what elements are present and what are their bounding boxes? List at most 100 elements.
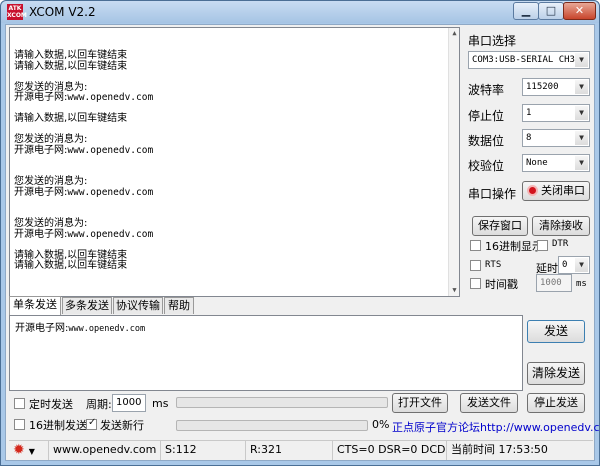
receive-line-url: www.openedv.com bbox=[67, 144, 154, 156]
received-count: R:321 bbox=[246, 441, 333, 460]
tab-protocol[interactable]: 协议传输 bbox=[113, 297, 163, 314]
stop-send-button[interactable]: 停止发送 bbox=[527, 393, 585, 413]
tab-single-send[interactable]: 单条发送 bbox=[9, 296, 61, 315]
parity-label: 校验位 bbox=[468, 159, 505, 173]
baud-select[interactable]: 115200 ▼ bbox=[522, 78, 590, 96]
receive-line-url: www.openedv.com bbox=[67, 228, 154, 240]
receive-line-text: 请输入数据,以回车键结束 bbox=[14, 50, 128, 61]
timestamp-checkbox[interactable] bbox=[470, 278, 481, 289]
app-logo-icon: ATK XCOM bbox=[7, 4, 27, 20]
website-link[interactable]: www.openedv.com bbox=[49, 441, 161, 460]
receive-line: 开源电子网:www.openedv.com bbox=[14, 186, 455, 199]
receive-line: 请输入数据,以回车键结束 bbox=[14, 113, 455, 125]
minimize-button[interactable]: ▁ bbox=[513, 2, 539, 20]
settings-menu[interactable]: ✹ ▼ bbox=[9, 441, 49, 460]
send-button[interactable]: 发送 bbox=[527, 320, 585, 343]
status-bar: ✹ ▼ www.openedv.com S:112 R:321 CTS=0 DSR… bbox=[9, 440, 593, 460]
receive-line-text: 请输入数据,以回车键结束 bbox=[14, 260, 128, 271]
timestamp-unit: ms bbox=[576, 279, 587, 289]
maximize-button[interactable]: □ bbox=[538, 2, 564, 20]
receive-line-text: 您发送的消息为: bbox=[14, 218, 88, 229]
hex-send-checkbox[interactable] bbox=[14, 419, 25, 430]
port-label: 串口选择 bbox=[468, 34, 517, 48]
port-select[interactable]: COM3:USB-SERIAL CH340 ▼ bbox=[468, 51, 590, 69]
timestamp-input[interactable]: 1000 bbox=[536, 274, 572, 292]
receive-line-text: 请输入数据,以回车键结束 bbox=[14, 113, 128, 124]
data-bits-value: 8 bbox=[526, 133, 532, 143]
settings-panel: 串口选择 COM3:USB-SERIAL CH340 ▼ 波特率 115200 … bbox=[466, 25, 596, 315]
receive-textarea[interactable]: 请输入数据,以回车键结束 请输入数据,以回车键结束 您发送的消息为: 开源电子网:ww… bbox=[9, 27, 460, 297]
chevron-down-icon[interactable]: ▼ bbox=[575, 53, 588, 67]
send-textarea[interactable]: 开源电子网:www.openedv.com bbox=[9, 315, 523, 391]
chevron-down-icon[interactable]: ▼ bbox=[575, 156, 588, 170]
data-bits-select[interactable]: 8 ▼ bbox=[522, 129, 590, 147]
stop-bits-label: 停止位 bbox=[468, 109, 505, 123]
timestamp-label: 时间戳 bbox=[485, 278, 518, 291]
close-button[interactable]: ✕ bbox=[563, 2, 596, 20]
stop-bits-select[interactable]: 1 ▼ bbox=[522, 104, 590, 122]
parity-select[interactable]: None ▼ bbox=[522, 154, 590, 172]
receive-line: 请输入数据,以回车键结束 bbox=[14, 61, 455, 73]
receive-line: 开源电子网:www.openedv.com bbox=[14, 228, 455, 241]
send-status-field bbox=[176, 397, 388, 408]
receive-line-text: 开源电子网: bbox=[14, 186, 68, 198]
forum-link[interactable]: 正点原子官方论坛http://www.openedv.com/ bbox=[392, 419, 600, 435]
close-port-button[interactable]: 关闭串口 bbox=[522, 181, 590, 201]
chevron-down-icon[interactable]: ▼ bbox=[575, 80, 588, 94]
receive-line: 请输入数据,以回车键结束 bbox=[14, 260, 455, 272]
send-file-button[interactable]: 发送文件 bbox=[460, 393, 518, 413]
clear-send-button[interactable]: 清除发送 bbox=[527, 362, 585, 385]
dtr-label: DTR bbox=[552, 239, 569, 249]
chevron-down-icon[interactable]: ▼ bbox=[575, 131, 588, 145]
send-newline-checkbox[interactable] bbox=[86, 417, 97, 430]
tab-multi-send[interactable]: 多条发送 bbox=[62, 297, 112, 314]
receive-line-text: 您发送的消息为: bbox=[14, 176, 88, 187]
scroll-up-icon[interactable]: ▲ bbox=[450, 29, 459, 38]
progress-text: 0% bbox=[372, 418, 390, 431]
open-file-button[interactable]: 打开文件 bbox=[392, 393, 448, 413]
receive-line-url: www.openedv.com bbox=[67, 92, 154, 103]
save-window-button[interactable]: 保存窗口 bbox=[472, 216, 528, 236]
close-port-label: 关闭串口 bbox=[541, 184, 585, 197]
chevron-down-icon[interactable]: ▼ bbox=[575, 258, 588, 272]
delay-select[interactable]: 0 ▼ bbox=[558, 256, 590, 274]
receive-scrollbar[interactable]: ▲ ▼ bbox=[448, 28, 459, 296]
chevron-down-icon[interactable]: ▼ bbox=[575, 106, 588, 120]
receive-line bbox=[14, 156, 455, 167]
hex-send-label: 16进制发送 bbox=[29, 419, 87, 432]
hex-display-checkbox[interactable] bbox=[470, 240, 481, 251]
receive-line: 开源电子网:www.openedv.com bbox=[14, 144, 455, 157]
receive-line-url: www.openedv.com bbox=[67, 186, 154, 198]
period-label: 周期: bbox=[86, 398, 112, 411]
gear-icon[interactable]: ✹ bbox=[13, 442, 25, 458]
timed-send-checkbox[interactable] bbox=[14, 398, 25, 409]
period-unit: ms bbox=[152, 397, 169, 410]
send-newline-label: 发送新行 bbox=[100, 419, 144, 432]
receive-line-text: 开源电子网: bbox=[14, 92, 68, 103]
scroll-down-icon[interactable]: ▼ bbox=[450, 286, 459, 295]
receive-line-text: 开源电子网: bbox=[14, 144, 68, 156]
data-bits-label: 数据位 bbox=[468, 134, 505, 148]
tab-help[interactable]: 帮助 bbox=[164, 297, 194, 314]
receive-line-text: 请输入数据,以回车键结束 bbox=[14, 249, 128, 261]
timed-send-label: 定时发送 bbox=[29, 398, 73, 411]
baud-label: 波特率 bbox=[468, 83, 505, 97]
send-progress-bar bbox=[176, 420, 368, 431]
period-input[interactable]: 1000 bbox=[112, 394, 146, 412]
hex-display-label: 16进制显示 bbox=[485, 240, 543, 253]
rts-checkbox[interactable] bbox=[470, 260, 481, 271]
delay-value: 0 bbox=[562, 260, 568, 270]
send-text-url: www.openedv.com bbox=[68, 324, 146, 334]
window-title: XCOM V2.2 bbox=[29, 5, 96, 19]
stop-bits-value: 1 bbox=[526, 108, 532, 118]
dtr-checkbox[interactable] bbox=[537, 240, 548, 251]
title-bar[interactable]: ATK XCOM XCOM V2.2 ▁ □ ✕ bbox=[1, 1, 599, 23]
port-value: COM3:USB-SERIAL CH340 bbox=[472, 55, 586, 65]
sent-count: S:112 bbox=[161, 441, 246, 460]
clear-receive-button[interactable]: 清除接收 bbox=[532, 216, 590, 236]
chevron-down-icon[interactable]: ▼ bbox=[29, 447, 35, 456]
receive-line-text: 您发送的消息为: bbox=[14, 81, 88, 93]
record-red-icon bbox=[527, 185, 538, 196]
baud-value: 115200 bbox=[526, 82, 559, 92]
parity-value: None bbox=[526, 158, 548, 168]
